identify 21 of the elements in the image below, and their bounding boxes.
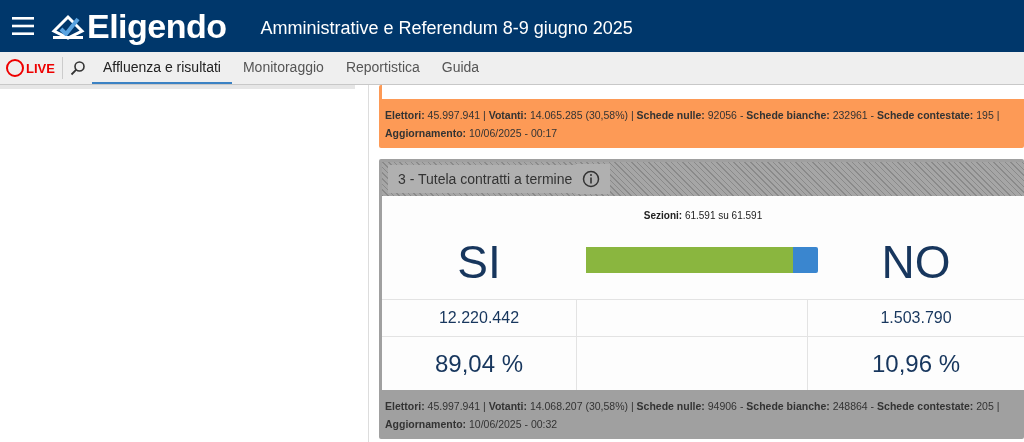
- question-title: 3 - Tutela contratti a termine: [388, 165, 577, 193]
- brand-name[interactable]: Eligendo: [87, 6, 227, 46]
- card-footer-text: Aggiornamento: 10/06/2025 - 00:32: [385, 417, 559, 432]
- no-votes: 1.503.790: [879, 309, 953, 327]
- live-button[interactable]: LIVE: [6, 59, 55, 77]
- search-icon[interactable]: [69, 60, 86, 76]
- card-footer-text: Elettori: 45.997.941 | Votanti: 14.068.207 (30,58%) | Schede nulle: 94906 - Schede bianche: 248864 - Schede contestate: 205 |: [385, 399, 1001, 414]
- yes-label: SI: [456, 235, 502, 290]
- nav-tab[interactable]: Reportistica: [334, 52, 431, 84]
- menu-icon[interactable]: [12, 17, 34, 35]
- page-title: Amministrative e Referendum 8-9 giugno 2025: [260, 17, 633, 39]
- nav-tab[interactable]: Monitoraggio: [231, 52, 335, 84]
- card-footer-text: Aggiornamento: 10/06/2025 - 00:17: [385, 126, 559, 141]
- yes-votes: 12.220.442: [437, 309, 521, 327]
- yes-percent: 89,04 %: [433, 349, 525, 379]
- no-percent: 10,96 %: [870, 349, 962, 379]
- sections-text: Sezioni: 61.591 su 61.591: [642, 210, 764, 221]
- info-icon[interactable]: [576, 164, 611, 194]
- no-label: NO: [880, 235, 952, 290]
- nav-tab[interactable]: Guida: [430, 52, 491, 84]
- card-footer-text: Elettori: 45.997.941 | Votanti: 14.065.285 (30,58%) | Schede nulle: 92056 - Schede bianche: 232961 - Schede contestate: 195 |: [385, 108, 1001, 123]
